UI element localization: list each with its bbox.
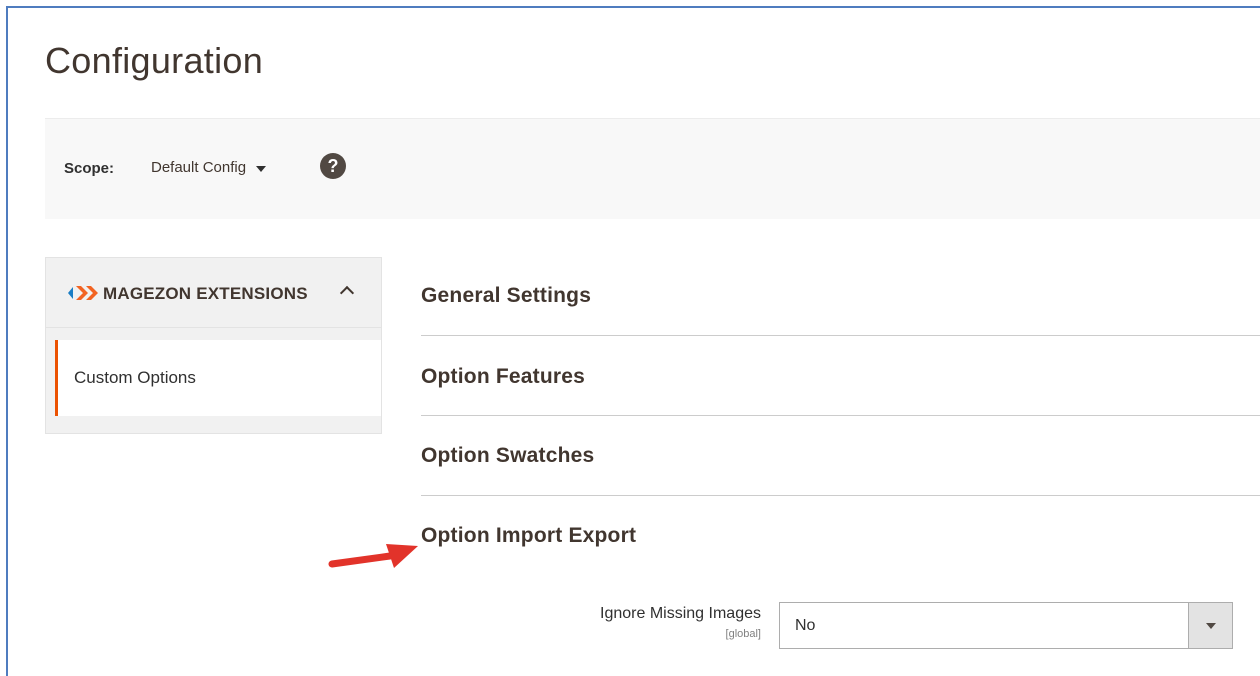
sidebar-group-header[interactable]: MAGEZON EXTENSIONS	[46, 258, 381, 328]
section-option-swatches[interactable]: Option Swatches	[421, 444, 1260, 468]
scope-label: Scope:	[64, 160, 115, 177]
ignore-missing-images-select[interactable]: No	[779, 602, 1233, 649]
sidebar-item-custom-options[interactable]: Custom Options	[55, 340, 381, 416]
red-arrow-icon	[328, 544, 418, 568]
section-option-features[interactable]: Option Features	[421, 365, 1260, 389]
magezon-logo-icon	[68, 286, 98, 300]
chevron-up-icon	[339, 285, 355, 301]
page-title: Configuration	[45, 40, 264, 81]
select-value: No	[795, 617, 816, 634]
field-label: Ignore Missing Images	[600, 605, 761, 622]
divider	[421, 415, 1260, 416]
config-sidebar: MAGEZON EXTENSIONS Custom Options	[45, 257, 382, 434]
section-option-import-export[interactable]: Option Import Export	[421, 524, 1260, 548]
section-title: Option Import Export	[421, 524, 637, 547]
sidebar-item-label: Custom Options	[74, 368, 196, 387]
divider	[421, 495, 1260, 496]
section-general-settings[interactable]: General Settings	[421, 284, 1260, 308]
scope-bar: Scope: Default Config ?	[45, 118, 1260, 219]
help-icon[interactable]: ?	[320, 153, 346, 179]
select-toggle[interactable]	[1188, 603, 1232, 648]
section-title: Option Swatches	[421, 444, 595, 467]
divider	[421, 335, 1260, 336]
chevron-down-icon	[256, 165, 267, 172]
field-scope-note: [global]	[725, 628, 761, 640]
section-title: Option Features	[421, 365, 586, 388]
scope-value: Default Config	[151, 159, 247, 176]
section-title: General Settings	[421, 284, 592, 307]
chevron-down-icon	[1206, 623, 1216, 629]
scope-switcher[interactable]: Default Config	[151, 159, 267, 176]
sidebar-group-title: MAGEZON EXTENSIONS	[103, 284, 308, 303]
